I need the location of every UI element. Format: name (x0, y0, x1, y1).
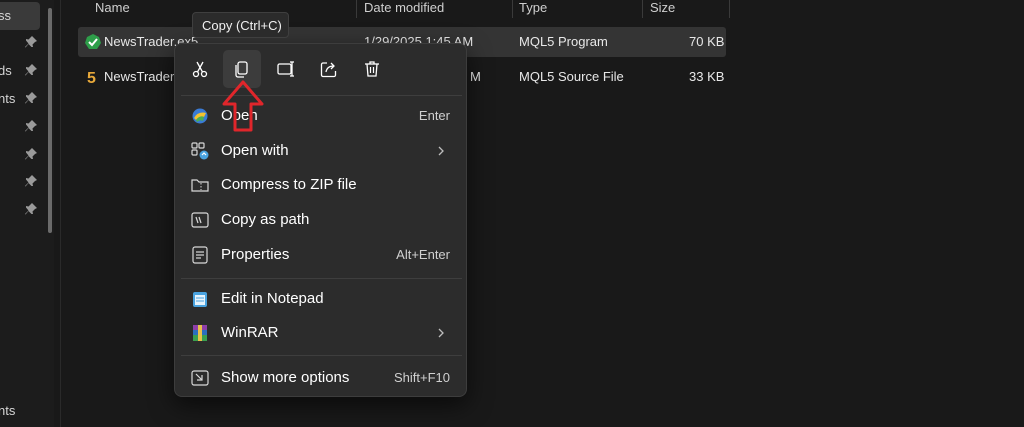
file-name: NewsTrader. (104, 69, 178, 84)
nav-item-label: ds (0, 63, 12, 78)
column-header-type[interactable]: Type (519, 0, 547, 18)
pin-icon (25, 92, 37, 104)
cut-button[interactable] (181, 50, 219, 88)
show-more-options-menu-item[interactable]: Show more options Shift+F10 (179, 361, 464, 395)
context-menu: Open Enter Open with Compress to ZIP fil… (174, 43, 467, 397)
column-separator[interactable] (356, 0, 357, 18)
winrar-icon (193, 325, 207, 341)
column-header-date-modified[interactable]: Date modified (364, 0, 444, 18)
menu-item-label: Show more options (221, 369, 350, 386)
menu-item-shortcut: Enter (418, 108, 450, 123)
notepad-icon (193, 292, 207, 307)
properties-menu-item[interactable]: Properties Alt+Enter (179, 238, 464, 272)
nav-item[interactable] (0, 113, 48, 141)
metatrader-icon (192, 108, 208, 124)
menu-item-label: WinRAR (221, 324, 279, 341)
red-arrow-annotation (222, 80, 264, 132)
nav-item[interactable]: ds (0, 57, 48, 85)
delete-button[interactable] (353, 50, 391, 88)
nav-item-selected[interactable]: ss (0, 2, 40, 30)
nav-item[interactable] (0, 196, 48, 224)
share-icon (320, 62, 337, 78)
more-options-icon (191, 370, 209, 386)
file-date: M (470, 69, 481, 84)
nav-item-label: nts (0, 403, 16, 418)
column-separator[interactable] (642, 0, 643, 18)
nav-item[interactable] (0, 168, 48, 196)
open-with-icon (191, 142, 209, 160)
nav-item[interactable] (0, 141, 48, 169)
scissors-icon (192, 61, 208, 78)
trash-icon (365, 61, 379, 77)
column-header-size[interactable]: Size (650, 0, 675, 18)
chevron-right-icon (438, 328, 444, 338)
winrar-menu-item[interactable]: WinRAR (179, 316, 464, 350)
pin-icon (25, 148, 37, 160)
share-button[interactable] (310, 50, 348, 88)
pin-icon (25, 175, 37, 187)
column-header-name[interactable]: Name (95, 0, 130, 18)
pin-icon (25, 36, 37, 48)
pin-icon (25, 203, 37, 215)
nav-scrollbar[interactable] (48, 8, 52, 233)
navigation-pane: ss ds nts nts (0, 0, 54, 427)
edit-in-notepad-menu-item[interactable]: Edit in Notepad (179, 282, 464, 316)
menu-item-label: Copy as path (221, 211, 310, 228)
rename-icon (277, 61, 294, 77)
file-type: MQL5 Source File (519, 69, 624, 84)
open-with-menu-item[interactable]: Open with (179, 134, 464, 168)
compress-zip-menu-item[interactable]: Compress to ZIP file (179, 168, 464, 202)
rename-button[interactable] (267, 50, 305, 88)
column-separator[interactable] (512, 0, 513, 18)
column-separator[interactable] (729, 0, 730, 18)
file-size: 33 KB (689, 69, 725, 84)
mql5-program-icon (85, 34, 101, 49)
menu-item-shortcut: Alt+Enter (396, 247, 450, 262)
zip-folder-icon (191, 179, 209, 192)
nav-item-label: ss (0, 8, 11, 23)
menu-item-label: Properties (221, 246, 290, 263)
menu-item-shortcut: Shift+F10 (393, 370, 450, 385)
copy-icon (235, 61, 248, 78)
path-icon (191, 212, 209, 228)
menu-divider (181, 355, 462, 356)
copy-as-path-menu-item[interactable]: Copy as path (179, 203, 464, 237)
nav-item-label: nts (0, 91, 16, 106)
pane-divider[interactable] (60, 0, 61, 427)
copy-tooltip: Copy (Ctrl+C) (192, 12, 289, 38)
properties-icon (192, 246, 208, 264)
mql5-source-icon: 5 (87, 70, 96, 86)
nav-item[interactable]: nts (0, 397, 48, 425)
svg-text:5: 5 (87, 70, 96, 86)
menu-divider (181, 278, 462, 279)
file-size: 70 KB (689, 34, 725, 49)
file-type: MQL5 Program (519, 34, 608, 49)
nav-item[interactable]: nts (0, 85, 48, 113)
pin-icon (25, 64, 37, 76)
menu-item-label: Edit in Notepad (221, 290, 324, 307)
menu-item-label: Open with (221, 142, 289, 159)
menu-item-label: Compress to ZIP file (221, 176, 357, 193)
chevron-right-icon (438, 146, 444, 156)
pin-icon (25, 120, 37, 132)
nav-item[interactable] (0, 29, 48, 57)
